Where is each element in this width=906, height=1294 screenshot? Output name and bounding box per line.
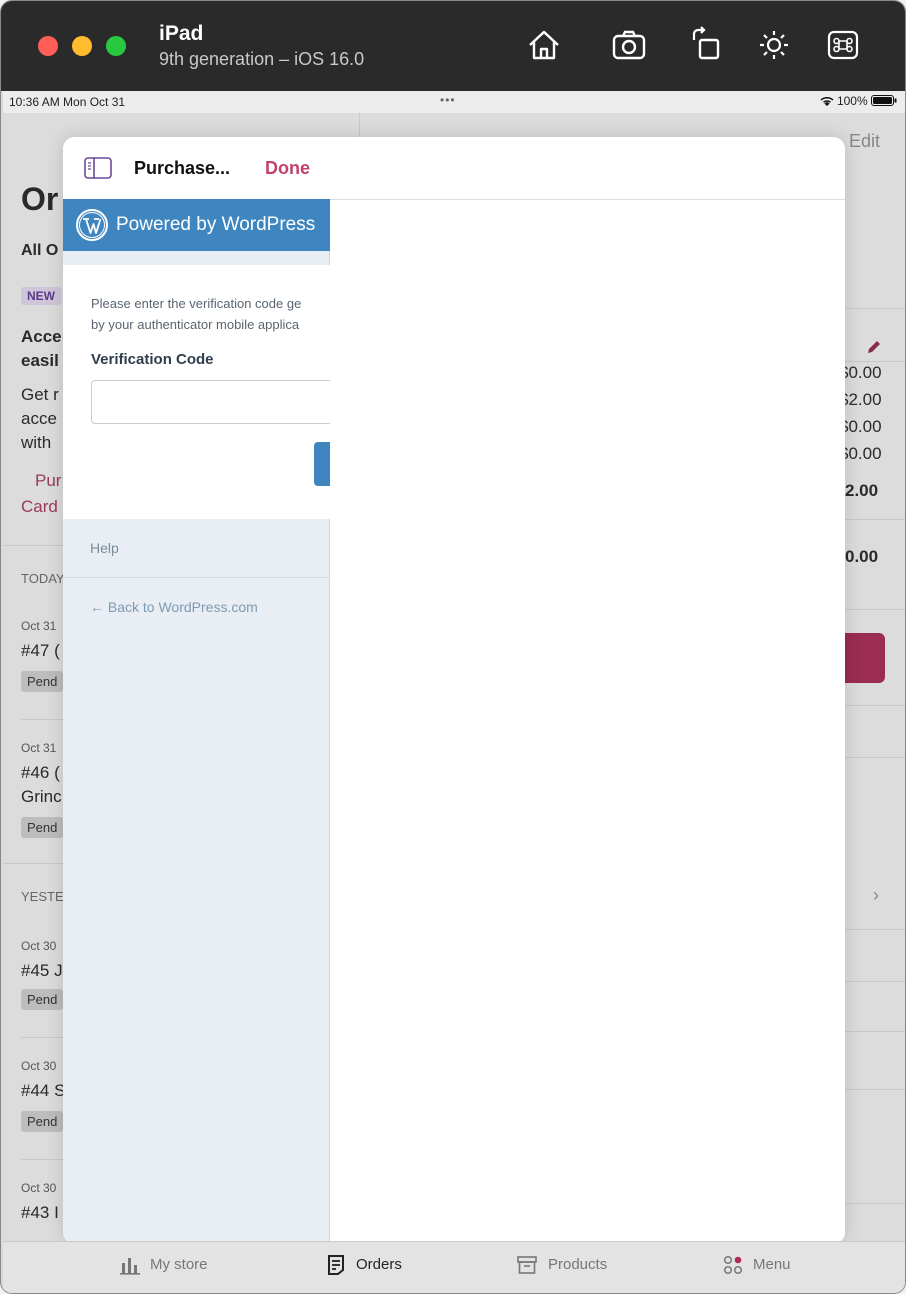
order-date: Oct 30 [21, 1181, 57, 1195]
order-title[interactable]: #45 J [21, 961, 63, 981]
minimize-window-button[interactable] [72, 36, 92, 56]
wifi-icon [820, 96, 834, 107]
purchase-modal: Purchase... Done Powered by WordPress Pl… [63, 137, 845, 1244]
orders-title: Or [21, 181, 59, 217]
done-button[interactable]: Done [265, 158, 310, 179]
order-title[interactable]: #43 I [21, 1203, 59, 1223]
promo-link-line1[interactable]: Pur [35, 471, 61, 491]
order-title[interactable]: #47 ( [21, 641, 60, 661]
section-today: TODAY [21, 571, 65, 586]
tab-bar: My store Orders Products Menu [3, 1241, 905, 1293]
detail-total: 2.00 [845, 481, 879, 500]
promo-title-line2: easil [21, 351, 59, 370]
order-title-line2: Grinc [21, 787, 62, 806]
order-status: Pend [21, 817, 64, 838]
order-date: Oct 31 [21, 741, 57, 755]
simulator-titlebar: iPad 9th generation – iOS 16.0 [1, 1, 905, 91]
webview-sidebar: Purchase... Done Powered by WordPress Pl… [63, 137, 351, 1244]
zoom-window-button[interactable] [106, 36, 126, 56]
chart-icon [120, 1258, 140, 1275]
tab-menu[interactable]: Menu [753, 1256, 791, 1273]
promo-link-line2[interactable]: Card [21, 497, 58, 517]
device-name: iPad [159, 22, 204, 45]
order-title[interactable]: #46 ( [21, 763, 60, 783]
detail-paid: 0.00 [845, 547, 879, 566]
detail-amount: $0.00 [839, 363, 882, 382]
multitasking-dots[interactable]: ••• [440, 93, 456, 107]
divider [63, 577, 330, 578]
new-badge: NEW [21, 287, 61, 305]
close-window-button[interactable] [38, 36, 58, 56]
tab-products[interactable]: Products [548, 1256, 607, 1273]
promo-body-line1: Get r [21, 385, 59, 404]
sidebar-toggle-icon[interactable] [84, 157, 112, 179]
order-status: Pend [21, 671, 64, 692]
modal-title: Purchase... [134, 158, 231, 178]
order-date: Oct 30 [21, 939, 57, 953]
promo-body-line3: with [21, 433, 52, 452]
order-date: Oct 31 [21, 619, 57, 633]
status-battery: 100% [820, 94, 897, 108]
order-status: Pend [21, 989, 64, 1010]
orders-icon [328, 1255, 344, 1275]
section-yesterday: YESTE [21, 889, 64, 904]
chevron-right-icon[interactable]: › [873, 885, 879, 906]
rotate-icon[interactable] [688, 25, 728, 65]
brightness-icon[interactable] [754, 25, 794, 65]
verification-code-label: Verification Code [91, 351, 214, 368]
filter-label[interactable]: All O [21, 242, 58, 260]
battery-percent: 100% [836, 94, 868, 108]
battery-icon [871, 95, 897, 106]
status-bar: 10:36 AM Mon Oct 31 ••• 100% [3, 91, 905, 113]
command-icon[interactable] [823, 25, 863, 65]
simulator-window: iPad 9th generation – iOS 16.0 10:36 AM … [0, 0, 906, 1294]
wordpress-header: Powered by WordPress [63, 199, 330, 251]
home-icon[interactable] [524, 25, 564, 65]
modal-nav-bar: Purchase... Done [63, 137, 330, 199]
detail-amount: $0.00 [839, 444, 882, 463]
webview-content [330, 137, 845, 1244]
ipad-screen: 10:36 AM Mon Oct 31 ••• 100% Or All O NE… [3, 91, 905, 1293]
help-link[interactable]: Help [90, 540, 119, 556]
verification-code-input[interactable] [91, 380, 351, 424]
promo-body-line2: acce [21, 409, 57, 428]
order-date: Oct 30 [21, 1059, 57, 1073]
instructions: Please enter the verification code ge by… [91, 293, 351, 335]
order-title[interactable]: #44 S [21, 1081, 65, 1101]
promo-title-line1: Acce [21, 327, 62, 346]
device-subtitle: 9th generation – iOS 16.0 [159, 49, 365, 69]
menu-icon [723, 1255, 743, 1275]
divider [330, 199, 845, 200]
instructions-line2: by your authenticator mobile applica [91, 317, 300, 332]
edit-button[interactable]: Edit [849, 131, 880, 152]
tab-my-store[interactable]: My store [150, 1256, 208, 1273]
detail-amount: $2.00 [839, 390, 882, 409]
instructions-line1: Please enter the verification code ge [91, 296, 302, 311]
wordpress-header-text: Powered by WordPress [116, 214, 316, 235]
order-status: Pend [21, 1111, 64, 1132]
products-icon [517, 1256, 537, 1274]
status-time: 10:36 AM Mon Oct 31 [9, 95, 126, 109]
verification-card: Please enter the verification code ge by… [63, 265, 351, 519]
back-to-wordpress-link[interactable]: ← Back to WordPress.com [90, 599, 258, 615]
screenshot-icon[interactable] [609, 25, 649, 65]
detail-amount: $0.00 [839, 417, 882, 436]
wordpress-logo-icon [76, 209, 108, 241]
pencil-icon[interactable] [865, 338, 883, 356]
tab-orders[interactable]: Orders [356, 1256, 402, 1273]
